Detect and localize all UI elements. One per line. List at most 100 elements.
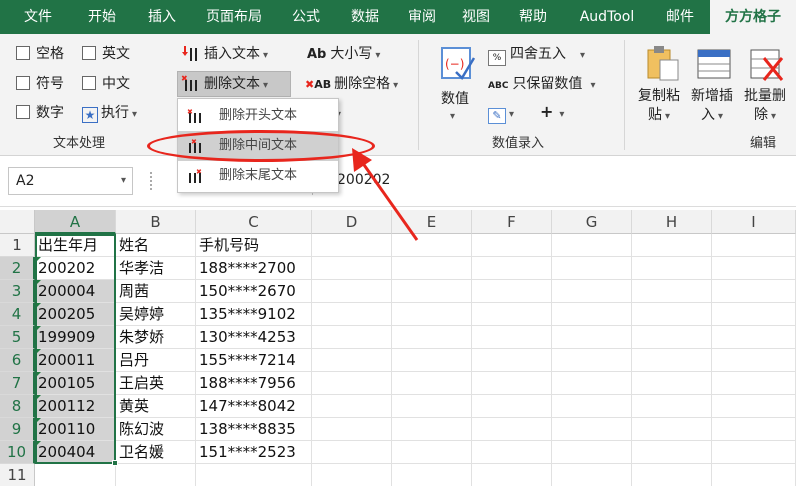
cell-g4[interactable] <box>552 303 632 326</box>
cell-d9[interactable] <box>312 418 392 441</box>
cell-d10[interactable] <box>312 441 392 464</box>
tab-review[interactable]: 审阅 <box>398 0 446 34</box>
cell-i6[interactable] <box>712 349 796 372</box>
cell-i5[interactable] <box>712 326 796 349</box>
cell-d2[interactable] <box>312 257 392 280</box>
row-header-9[interactable]: 9 <box>0 418 35 441</box>
formula-input[interactable]: 200202 <box>312 167 796 195</box>
cell-c2[interactable]: 188****2700 <box>196 257 312 280</box>
cell-e3[interactable] <box>392 280 472 303</box>
cell-f4[interactable] <box>472 303 552 326</box>
column-header-i[interactable]: I <box>712 210 796 234</box>
checkbox-symbol[interactable]: 符号 <box>16 74 64 94</box>
cell-i1[interactable] <box>712 234 796 257</box>
cell-a11[interactable] <box>35 464 116 486</box>
cell-g5[interactable] <box>552 326 632 349</box>
checkbox-box[interactable] <box>16 105 30 119</box>
select-all-corner[interactable] <box>0 210 35 234</box>
row-header-5[interactable]: 5 <box>0 326 35 349</box>
checkbox-box[interactable] <box>82 46 96 60</box>
column-header-e[interactable]: E <box>392 210 472 234</box>
cell-f8[interactable] <box>472 395 552 418</box>
cell-g9[interactable] <box>552 418 632 441</box>
row-header-6[interactable]: 6 <box>0 349 35 372</box>
execute-button[interactable]: ★ 执行 ▾ <box>82 103 137 125</box>
cell-a9[interactable]: 200110 <box>35 418 116 441</box>
cell-e8[interactable] <box>392 395 472 418</box>
cell-e11[interactable] <box>392 464 472 486</box>
tab-file[interactable]: 文件 <box>9 0 67 34</box>
plus-button[interactable]: + ▾ <box>540 102 564 125</box>
cell-h6[interactable] <box>632 349 712 372</box>
cell-i7[interactable] <box>712 372 796 395</box>
name-box[interactable]: A2 ▾ <box>8 167 133 195</box>
cell-f6[interactable] <box>472 349 552 372</box>
cell-h7[interactable] <box>632 372 712 395</box>
tab-fangfang-gezi[interactable]: 方方格子 <box>710 0 796 34</box>
row-header-10[interactable]: 10 <box>0 441 35 464</box>
cell-c11[interactable] <box>196 464 312 486</box>
tab-insert[interactable]: 插入 <box>134 0 190 34</box>
cell-e6[interactable] <box>392 349 472 372</box>
cell-i3[interactable] <box>712 280 796 303</box>
round-button[interactable]: % 四舍五入 ▾ <box>488 44 585 66</box>
chevron-down-icon[interactable]: ▾ <box>450 107 455 127</box>
cell-d4[interactable] <box>312 303 392 326</box>
checkbox-box[interactable] <box>16 46 30 60</box>
cell-h3[interactable] <box>632 280 712 303</box>
row-header-2[interactable]: 2 <box>0 257 35 280</box>
tab-home[interactable]: 开始 <box>73 0 131 34</box>
cell-i4[interactable] <box>712 303 796 326</box>
cell-d1[interactable] <box>312 234 392 257</box>
checkbox-box[interactable] <box>16 76 30 90</box>
row-header-4[interactable]: 4 <box>0 303 35 326</box>
cell-c3[interactable]: 150****2670 <box>196 280 312 303</box>
spreadsheet-grid[interactable]: ABCDEFGHI 1 2 3 4 5 6 7 8 9 10 11 出生年月 姓名 手机号码 200202… <box>0 210 796 486</box>
cell-f1[interactable] <box>472 234 552 257</box>
checkbox-space[interactable]: 空格 <box>16 44 64 64</box>
cell-c5[interactable]: 130****4253 <box>196 326 312 349</box>
cell-h4[interactable] <box>632 303 712 326</box>
cell-b3[interactable]: 周茜 <box>116 280 196 303</box>
tab-page-layout[interactable]: 页面布局 <box>193 0 275 34</box>
cell-i11[interactable] <box>712 464 796 486</box>
cell-g6[interactable] <box>552 349 632 372</box>
cell-g3[interactable] <box>552 280 632 303</box>
edit-number-button[interactable]: ✎ ▾ <box>488 103 514 125</box>
checkbox-english[interactable]: 英文 <box>82 44 130 64</box>
cell-e1[interactable] <box>392 234 472 257</box>
delete-space-button[interactable]: ✖AB 删除空格 ▾ <box>305 74 398 96</box>
row-header-11[interactable]: 11 <box>0 464 35 486</box>
cell-b11[interactable] <box>116 464 196 486</box>
cell-i9[interactable] <box>712 418 796 441</box>
cell-a5[interactable]: 199909 <box>35 326 116 349</box>
cell-b10[interactable]: 卫名媛 <box>116 441 196 464</box>
cell-h10[interactable] <box>632 441 712 464</box>
cell-b6[interactable]: 吕丹 <box>116 349 196 372</box>
row-header-7[interactable]: 7 <box>0 372 35 395</box>
cell-e2[interactable] <box>392 257 472 280</box>
keep-numeric-button[interactable]: ABC 只保留数值 ▾ <box>488 74 595 96</box>
cell-h8[interactable] <box>632 395 712 418</box>
cell-f10[interactable] <box>472 441 552 464</box>
fill-handle[interactable] <box>112 460 118 466</box>
batch-delete-button[interactable]: 批量删 除 ▾ <box>744 87 786 126</box>
column-header-a[interactable]: A <box>35 210 116 234</box>
cell-g10[interactable] <box>552 441 632 464</box>
cell-b9[interactable]: 陈幻波 <box>116 418 196 441</box>
cell-f3[interactable] <box>472 280 552 303</box>
cell-g2[interactable] <box>552 257 632 280</box>
chevron-down-icon[interactable]: ▾ <box>121 168 126 194</box>
cell-d3[interactable] <box>312 280 392 303</box>
column-header-b[interactable]: B <box>116 210 196 234</box>
cell-d8[interactable] <box>312 395 392 418</box>
cell-b8[interactable]: 黄英 <box>116 395 196 418</box>
cell-h5[interactable] <box>632 326 712 349</box>
column-header-g[interactable]: G <box>552 210 632 234</box>
cell-a10[interactable]: 200404 <box>35 441 116 464</box>
cell-i2[interactable] <box>712 257 796 280</box>
cell-d7[interactable] <box>312 372 392 395</box>
tab-view[interactable]: 视图 <box>452 0 500 34</box>
cell-d6[interactable] <box>312 349 392 372</box>
cell-c10[interactable]: 151****2523 <box>196 441 312 464</box>
